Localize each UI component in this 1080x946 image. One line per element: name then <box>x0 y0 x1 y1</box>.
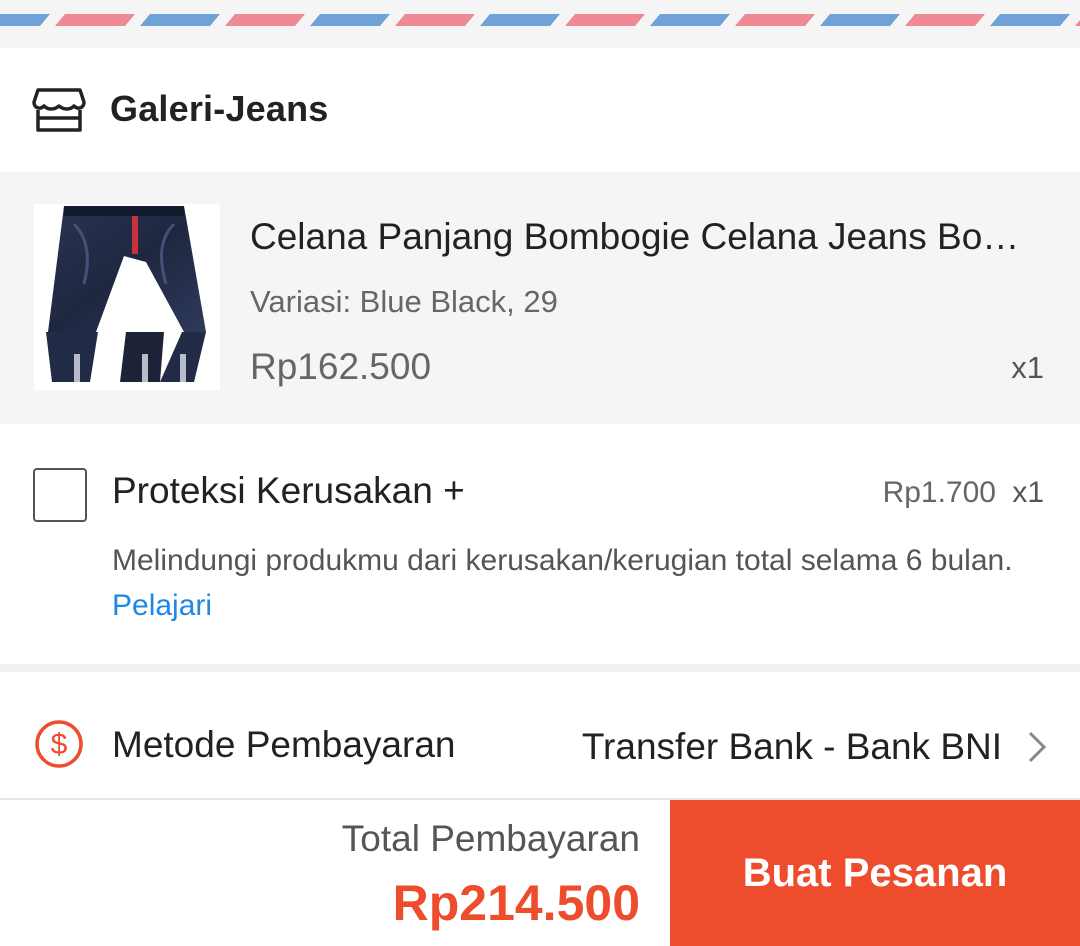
protection-checkbox[interactable] <box>33 468 87 522</box>
airmail-stripe <box>395 14 475 26</box>
protection-description: Melindungi produkmu dari kerusakan/kerug… <box>112 538 1042 628</box>
airmail-stripe <box>990 14 1070 26</box>
airmail-stripe <box>0 14 50 26</box>
learn-more-link[interactable]: Pelajari <box>112 589 212 622</box>
airmail-stripe <box>735 14 815 26</box>
store-icon <box>32 88 86 132</box>
product-item[interactable]: Celana Panjang Bombogie Celana Jeans Bo…… <box>0 172 1080 424</box>
product-thumbnail <box>34 204 220 390</box>
airmail-stripe <box>55 14 135 26</box>
product-title[interactable]: Celana Panjang Bombogie Celana Jeans Bo… <box>250 216 1040 258</box>
payment-method-row[interactable]: $ Metode Pembayaran Transfer Bank - Bank… <box>0 672 1080 798</box>
airmail-stripe <box>820 14 900 26</box>
airmail-stripe <box>480 14 560 26</box>
jeans-thumbnail <box>46 206 206 382</box>
payment-method-value[interactable]: Transfer Bank - Bank BNI <box>582 726 1002 768</box>
total-payment-value: Rp214.500 <box>392 875 640 931</box>
svg-text:$: $ <box>51 728 68 761</box>
airmail-border <box>0 0 1080 48</box>
chevron-right-icon[interactable] <box>1026 730 1048 764</box>
airmail-stripes <box>0 14 1080 26</box>
dollar-circle-icon: $ <box>35 720 83 768</box>
product-price: Rp162.500 <box>250 346 432 387</box>
product-quantity: x1 <box>1011 350 1044 385</box>
airmail-stripe <box>905 14 985 26</box>
airmail-stripe <box>565 14 645 26</box>
airmail-stripe <box>310 14 390 26</box>
protection-description-text: Melindungi produkmu dari kerusakan/kerug… <box>112 544 1013 577</box>
total-payment-label: Total Pembayaran <box>341 818 640 859</box>
airmail-stripe <box>1075 20 1080 26</box>
protection-price: Rp1.700 <box>882 476 996 509</box>
airmail-stripe <box>225 14 305 26</box>
place-order-button[interactable]: Buat Pesanan <box>670 800 1080 946</box>
shop-name[interactable]: Galeri-Jeans <box>110 88 329 130</box>
product-variant: Variasi: Blue Black, 29 <box>250 284 558 319</box>
damage-protection-section: Proteksi Kerusakan + Rp1.700 x1 Melindun… <box>0 424 1080 664</box>
payment-label: Metode Pembayaran <box>112 724 456 765</box>
airmail-stripe <box>140 14 220 26</box>
section-divider <box>0 664 1080 672</box>
protection-quantity: x1 <box>1012 476 1044 509</box>
protection-title: Proteksi Kerusakan + <box>112 470 465 511</box>
shop-header[interactable]: Galeri-Jeans <box>0 48 1080 172</box>
airmail-stripe <box>650 14 730 26</box>
checkout-bar: Total Pembayaran Rp214.500 Buat Pesanan <box>0 798 1080 946</box>
